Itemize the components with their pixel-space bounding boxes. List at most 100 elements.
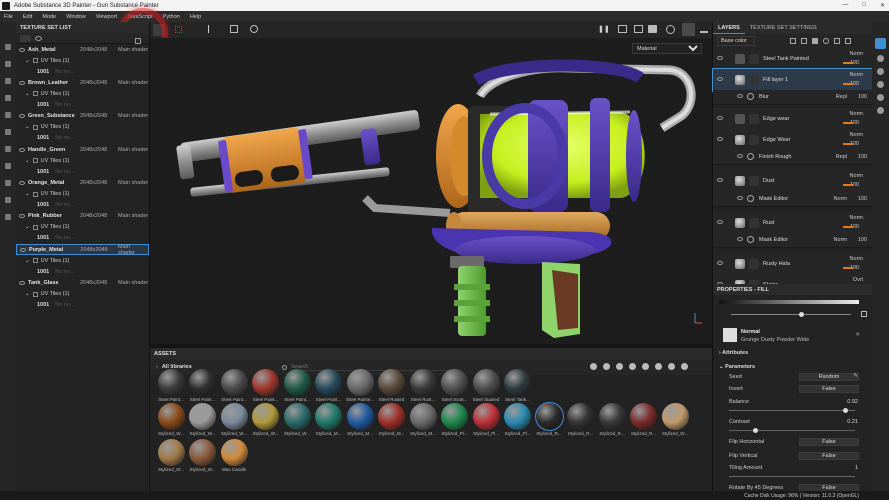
seed-edit-icon[interactable]: ✎ — [853, 373, 858, 379]
color-swatch-icon[interactable] — [861, 311, 867, 317]
material-thumbnail[interactable]: Stylized_R... — [566, 403, 596, 436]
visibility-icon[interactable] — [35, 35, 42, 41]
menu-python[interactable]: Python — [163, 14, 180, 20]
tab-layers[interactable]: LAYERS — [713, 22, 745, 34]
eye-icon[interactable] — [717, 115, 723, 120]
paint-brush-icon[interactable] — [5, 44, 11, 50]
3d-viewport[interactable]: Material — [150, 38, 712, 344]
layer-row[interactable]: Finish Rough Repl 100 — [713, 149, 873, 165]
blend-mode[interactable]: Norm — [850, 215, 863, 221]
eye-icon[interactable] — [19, 80, 25, 85]
attributes-section[interactable]: › Attributes — [719, 350, 748, 356]
layer-row[interactable]: Dust Norm 100 — [713, 170, 873, 193]
blend-mode[interactable]: Norm — [850, 51, 863, 57]
material-thumbnail[interactable]: Stylized_R... — [534, 402, 564, 436]
maximize-icon[interactable]: □ — [862, 2, 866, 9]
material-thumbnail[interactable]: Stylized_M... — [377, 403, 407, 436]
library-icon[interactable] — [5, 214, 11, 220]
eye-icon[interactable] — [737, 237, 743, 242]
texture-set-header[interactable]: Purple_Metal 2048x2048 Main shader — [16, 244, 149, 256]
material-thumbnail[interactable]: Steel Tank... — [503, 369, 533, 402]
contrast-value[interactable]: 0.21 — [847, 419, 858, 425]
resource-name[interactable]: Grunge Dusty Powder Wide — [741, 337, 809, 343]
mask-thumbnail[interactable] — [749, 134, 759, 145]
uv-tile-row[interactable]: 1001 No no... — [16, 233, 149, 244]
contrast-slider-knob[interactable] — [753, 428, 759, 433]
texture-set-header[interactable]: Brown_Leather 2048x2048 Main shader — [16, 77, 149, 88]
blend-mode[interactable]: Norm — [850, 173, 863, 179]
eye-icon[interactable] — [717, 136, 723, 141]
material-thumbnail[interactable]: Stylized_M... — [314, 403, 344, 436]
resource-thumbnail[interactable] — [723, 328, 737, 342]
pause-icon[interactable]: ❚❚ — [598, 25, 610, 33]
grayscale-bar[interactable] — [719, 300, 859, 304]
blend-mode[interactable]: Norm — [850, 256, 863, 262]
pen-icon[interactable] — [700, 25, 708, 33]
uv-tile-row[interactable]: 1001 No no... — [16, 133, 149, 144]
texture-set-item[interactable]: Purple_Metal 2048x2048 Main shader ⌄ UV Tile… — [16, 244, 149, 277]
layer-row[interactable]: Steel Tank Painted Norm 100 — [713, 48, 873, 71]
clone-icon[interactable] — [5, 129, 11, 135]
uv-tiles-row[interactable]: ⌄ UV Tiles (1) — [16, 88, 149, 99]
parameters-section[interactable]: ⌄ Parameters — [719, 364, 755, 370]
effect-blend[interactable]: Repl — [836, 154, 847, 160]
material-thumbnail[interactable]: Stylized_Pl... — [503, 403, 533, 436]
history-icon[interactable] — [250, 25, 258, 33]
material-thumbnail[interactable]: Stylized_W... — [156, 439, 186, 472]
add-effect-icon[interactable] — [790, 38, 796, 44]
uv-tile-row[interactable]: 1001 No no... — [16, 66, 149, 77]
uv-tiles-row[interactable]: ⌄ UV Tiles (1) — [16, 155, 149, 166]
shading-icon[interactable] — [666, 25, 675, 34]
tab-texture-set-settings[interactable]: TEXTURE SET SETTINGS — [745, 22, 822, 34]
frame-icon[interactable] — [230, 25, 238, 33]
eye-icon[interactable] — [717, 261, 723, 266]
uv-tile-row[interactable]: 1001 No no... — [16, 200, 149, 211]
material-thumbnail[interactable]: Steel Paint... — [282, 369, 312, 402]
material-thumbnail[interactable]: Stylized_W... — [188, 439, 218, 472]
add-fill-icon[interactable] — [812, 38, 818, 44]
material-thumbnail[interactable]: Stylized_Pl... — [440, 403, 470, 436]
menu-mode[interactable]: Mode — [42, 14, 56, 20]
chevron-down-icon[interactable]: ⌄ — [25, 158, 30, 164]
material-thumbnail[interactable]: Steel Paint... — [314, 369, 344, 402]
uv-tiles-row[interactable]: ⌄ UV Tiles (1) — [16, 189, 149, 200]
texture-set-item[interactable]: Orange_Metal 2048x2048 Main shader ⌄ UV Tile… — [16, 178, 149, 211]
blend-mode[interactable]: Norm — [850, 111, 863, 117]
layer-row[interactable]: Mask Editor Norm 100 — [713, 191, 873, 207]
uv-tiles-row[interactable]: ⌄ UV Tiles (1) — [16, 255, 149, 266]
blend-mode[interactable]: Norm — [850, 132, 863, 138]
uv-tile-row[interactable]: 1001 No no... — [16, 99, 149, 110]
effect-blend[interactable]: Norm — [834, 237, 847, 243]
eye-icon[interactable] — [737, 154, 743, 159]
uv-tiles-row[interactable]: ⌄ UV Tiles (1) — [16, 222, 149, 233]
filter-textures-icon[interactable] — [616, 363, 623, 370]
texture-set-header[interactable]: Pink_Rubber 2048x2048 Main shader — [16, 211, 149, 222]
shader-settings-icon[interactable] — [877, 81, 884, 88]
blend-mode[interactable]: Norm — [850, 72, 863, 78]
projection-icon[interactable] — [5, 78, 11, 84]
material-thumbnail[interactable]: Steel Stained — [471, 369, 501, 402]
material-thumbnail[interactable]: Wax Candle — [219, 439, 249, 472]
camera-view-icon[interactable] — [618, 25, 627, 33]
texture-set-shader[interactable]: Main shader — [118, 244, 148, 256]
texture-set-item[interactable]: Green_Substance 2048x2048 Main shader ⌄ UV T… — [16, 111, 149, 144]
tiling-slider[interactable] — [729, 476, 855, 477]
flip-horizontal-toggle[interactable]: False — [799, 438, 859, 446]
layer-row[interactable]: Rusty Hala Norm 100 — [713, 253, 873, 276]
menu-viewport[interactable]: Viewport — [96, 14, 117, 20]
eraser-icon[interactable] — [5, 61, 11, 67]
material-thumbnail[interactable]: Stylized_W... — [282, 403, 312, 436]
brush-icon[interactable] — [682, 23, 695, 36]
menu-window[interactable]: Window — [66, 14, 86, 20]
view-toggle-icon[interactable] — [20, 34, 31, 42]
uv-tiles-row[interactable]: ⌄ UV Tiles (1) — [16, 55, 149, 66]
delete-icon[interactable] — [845, 38, 851, 44]
texture-set-item[interactable]: Pink_Rubber 2048x2048 Main shader ⌄ UV Tiles… — [16, 211, 149, 244]
effect-opacity[interactable]: 100 — [858, 154, 867, 160]
remove-resource-icon[interactable]: ✕ — [855, 332, 860, 338]
texture-set-shader[interactable]: Main shader — [118, 147, 148, 153]
material-thumbnail[interactable]: Stylized_M... — [408, 403, 438, 436]
chevron-down-icon[interactable]: ⌄ — [25, 291, 30, 297]
layer-row[interactable]: Mask Editor Norm 100 — [713, 232, 873, 249]
material-thumbnail[interactable]: Steel Rusted — [377, 369, 407, 402]
